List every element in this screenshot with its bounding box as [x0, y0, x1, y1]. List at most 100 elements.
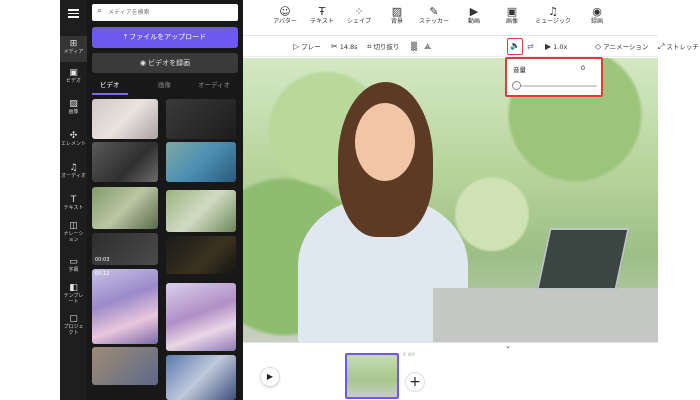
volume-popup: 音量 0	[505, 57, 603, 97]
text-icon: T	[70, 195, 77, 205]
rail-item-image[interactable]: ▨ 画像	[60, 99, 87, 123]
thumb-duration: 00:12	[95, 271, 110, 277]
element-icon: ✣	[69, 131, 78, 141]
media-thumbnail[interactable]: 00:12	[92, 269, 158, 344]
rail-item-audio[interactable]: ♫ オーディオ	[60, 163, 87, 187]
media-thumbnail[interactable]	[166, 190, 236, 232]
rail-item-project[interactable]: ▢ プロジェクト	[60, 314, 87, 344]
media-thumbnail[interactable]	[166, 283, 236, 351]
project-icon: ▢	[69, 314, 78, 324]
tool-video[interactable]: ▶ 動画	[454, 5, 494, 26]
speed-button[interactable]: ▶ 1.0x	[545, 41, 567, 53]
speed-icon: ▶	[545, 42, 552, 51]
animation-icon: ◇	[595, 42, 602, 51]
tab-audio[interactable]: オーディオ	[198, 79, 230, 89]
active-tab-indicator	[92, 93, 128, 95]
stretch-icon: ⤢	[658, 42, 665, 51]
thumb-duration: 00:03	[95, 257, 110, 263]
media-thumbnail[interactable]	[92, 187, 158, 229]
table-surface	[433, 288, 658, 342]
animation-button[interactable]: ◇ アニメーション	[595, 41, 648, 53]
subtitles-icon: ▭	[69, 257, 78, 267]
person-face	[355, 103, 415, 181]
volume-slider-handle[interactable]	[512, 81, 521, 90]
transparency-button[interactable]: ▒	[411, 41, 419, 53]
tool-text[interactable]: Ŧ テキスト	[302, 5, 342, 26]
rail-item-video[interactable]: ▣ ビデオ	[60, 68, 87, 92]
rail-item-media[interactable]: ⊞ メディア	[60, 36, 87, 62]
background-icon: ▨	[391, 5, 403, 18]
tool-sticker[interactable]: ✎ ステッカー	[414, 5, 454, 26]
tab-image[interactable]: 画像	[158, 79, 171, 89]
tool-music[interactable]: ♫ ミュージック	[530, 5, 576, 26]
checker-icon: ▒	[411, 42, 418, 51]
record-tool-icon: ◉	[592, 5, 602, 18]
media-icon: ⊞	[69, 39, 78, 49]
tool-shape[interactable]: ⁘ シェイプ	[339, 5, 379, 26]
image-icon: ▨	[69, 99, 78, 109]
upload-file-button[interactable]: ⤒ ファイルをアップロード	[92, 27, 238, 48]
video-tool-icon: ▶	[469, 5, 479, 18]
clip-label: ﾎﾞｶｼﾄ	[403, 352, 416, 358]
shape-icon: ⁘	[354, 5, 364, 18]
add-clip-button[interactable]: +	[405, 372, 425, 392]
clip-toolbar: ▷ プレー ✂ 14.8s ⌗ 切り抜り ▒ ⟁ 🔈 ⇄ ▶ 1.0x ◇ アニメーション…	[243, 37, 699, 57]
volume-label: 音量	[513, 66, 526, 74]
timeline: ⌄ ▶ ﾎﾞｶｼﾄ +	[243, 342, 658, 400]
tool-background[interactable]: ▨ 背景	[377, 5, 417, 26]
media-thumbnail[interactable]	[92, 99, 158, 139]
play-icon: ▷	[293, 42, 300, 51]
media-thumbnail[interactable]	[92, 142, 158, 182]
avatar-icon: ☺	[279, 5, 291, 18]
plus-icon: +	[409, 374, 421, 390]
editor-app: ⊞ メディア ▣ ビデオ ▨ 画像 ✣ エレメント ♫ オーディオ T テキスト…	[60, 0, 699, 400]
media-thumbnail[interactable]	[166, 236, 236, 274]
media-thumbnail[interactable]	[92, 347, 158, 385]
search-box[interactable]: ⌕	[92, 4, 238, 21]
record-video-button[interactable]: ◉ ビデオを録画	[92, 53, 238, 73]
volume-slider-track[interactable]	[517, 85, 597, 87]
loop-button[interactable]: ⇄	[527, 41, 536, 53]
tool-record[interactable]: ◉ 録画	[577, 5, 617, 26]
video-frame	[243, 58, 658, 342]
search-input[interactable]	[108, 5, 234, 20]
top-toolbar: ☺ アバター Ŧ テキスト ⁘ シェイプ ▨ 背景 ✎ ステッカー ▶ 動画 ▣…	[243, 0, 658, 36]
video-icon: ▣	[69, 68, 78, 78]
rail-item-narration[interactable]: ◫ ナレーション	[60, 221, 87, 251]
preview-canvas[interactable]	[243, 58, 658, 342]
text-tool-icon: Ŧ	[318, 5, 326, 18]
media-grid: 00:03 00:12	[92, 97, 238, 400]
rail-item-text[interactable]: T テキスト	[60, 195, 87, 219]
trim-button[interactable]: ✂ 14.8s	[331, 41, 358, 53]
tool-image[interactable]: ▣ 画像	[492, 5, 532, 26]
volume-button[interactable]: 🔈	[507, 38, 523, 55]
media-thumbnail[interactable]	[166, 142, 236, 182]
stretch-button[interactable]: ⤢ ストレッチ	[658, 41, 699, 53]
template-icon: ◧	[69, 283, 78, 293]
filter-icon: ⟁	[424, 42, 432, 51]
tool-avatar[interactable]: ☺ アバター	[265, 5, 305, 26]
speaker-icon: 🔈	[510, 41, 520, 50]
chevron-down-icon[interactable]: ⌄	[505, 342, 511, 350]
timeline-clip[interactable]	[345, 353, 399, 399]
play-preview-button[interactable]: ▷ プレー	[293, 41, 321, 53]
music-icon: ♫	[548, 5, 558, 18]
media-thumbnail[interactable]	[166, 99, 236, 139]
tab-video[interactable]: ビデオ	[100, 79, 120, 89]
timeline-play-button[interactable]: ▶	[260, 367, 280, 387]
rail-item-element[interactable]: ✣ エレメント	[60, 131, 87, 155]
play-icon: ▶	[266, 372, 274, 381]
menu-icon[interactable]	[68, 9, 79, 18]
laptop	[536, 228, 630, 290]
search-icon: ⌕	[97, 6, 103, 16]
media-thumbnail[interactable]: 00:03	[92, 233, 158, 265]
image-tool-icon: ▣	[506, 5, 518, 18]
media-thumbnail[interactable]	[166, 355, 236, 400]
filter-button[interactable]: ⟁	[424, 41, 433, 53]
rail-item-subtitles[interactable]: ▭ 字幕	[60, 257, 87, 279]
crop-button[interactable]: ⌗ 切り抜り	[367, 41, 400, 53]
media-tabs: ビデオ 画像 オーディオ	[92, 79, 238, 93]
narration-icon: ◫	[69, 221, 78, 231]
rail-item-template[interactable]: ◧ テンプレート	[60, 283, 87, 313]
record-icon: ◉	[139, 59, 149, 67]
